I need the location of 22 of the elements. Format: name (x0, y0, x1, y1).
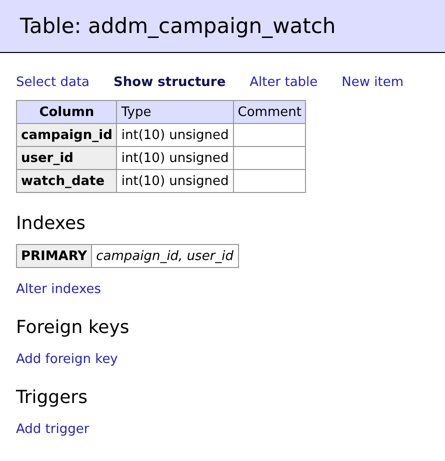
table-cell: int(10) unsigned (116, 124, 234, 146)
section-link[interactable]: Alter indexes (16, 282, 102, 297)
section-heading: Triggers (16, 387, 88, 408)
column-header: Type (116, 100, 234, 124)
table-cell: campaign_id, user_id (92, 244, 238, 268)
table-cell: user_id (16, 146, 117, 170)
section-heading: Indexes (16, 213, 86, 234)
nav-link[interactable]: Select data (16, 75, 90, 90)
table-cell: PRIMARY (16, 244, 92, 268)
column-header: Column (16, 100, 117, 124)
section-link[interactable]: Add trigger (16, 422, 90, 437)
table-cell: int(10) unsigned (116, 170, 234, 192)
column-header: Comment (233, 100, 306, 124)
nav-link[interactable]: New item (342, 75, 404, 90)
section-heading: Foreign keys (16, 317, 130, 338)
page-title: Table: addm_campaign_watch (20, 14, 336, 38)
nav-link[interactable]: Alter table (250, 75, 318, 90)
table-cell: int(10) unsigned (116, 146, 234, 170)
table-cell: watch_date (16, 170, 117, 192)
nav-link[interactable]: Show structure (114, 75, 226, 90)
table-cell: campaign_id (16, 124, 117, 146)
section-link[interactable]: Add foreign key (16, 352, 118, 367)
